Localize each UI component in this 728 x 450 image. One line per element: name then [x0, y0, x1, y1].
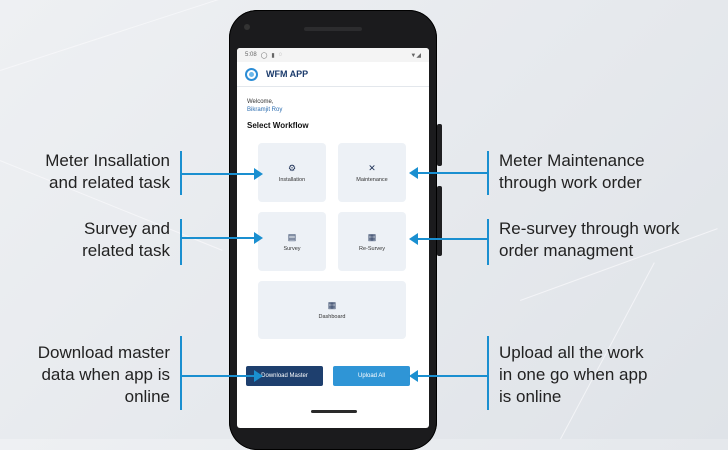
annotation-maintenance-line1: Meter Maintenance: [499, 151, 645, 170]
phone-volume-button: [437, 186, 442, 256]
upload-all-button[interactable]: Upload All: [333, 366, 410, 386]
maintenance-label: Maintenance: [356, 176, 388, 183]
speaker-grille: [304, 27, 362, 31]
tools-icon: ✕: [368, 162, 376, 173]
annotation-upload-bar: [487, 336, 489, 410]
annotation-download: Download master data when app is online: [38, 342, 170, 408]
installation-tile[interactable]: ⚙ Installation: [258, 143, 326, 202]
app-logo-icon: [245, 67, 258, 81]
shield-icon: ◯: [260, 52, 268, 59]
annotation-maintenance-line2: through work order: [499, 173, 642, 192]
user-name: Bikramjit Roy: [247, 107, 283, 113]
resurvey-label: Re-Survey: [359, 245, 385, 252]
installation-label: Installation: [278, 176, 306, 183]
annotation-resurvey-line2: order managment: [499, 241, 634, 260]
resurvey-tile[interactable]: ▦ Re-Survey: [338, 212, 406, 271]
document-icon: ▤: [287, 231, 297, 242]
camera-icon: [244, 24, 250, 30]
annotation-upload-line1: Upload all the work: [499, 343, 644, 362]
dashboard-icon: ▦: [327, 300, 337, 310]
home-indicator: [311, 410, 357, 413]
app-title: WFM APP: [266, 69, 309, 79]
annotation-upload: Upload all the work in one go when app i…: [499, 342, 647, 408]
annotation-installation-line1: Meter Insallation: [45, 151, 170, 170]
annotation-download-line2: data when app is: [41, 365, 170, 384]
annotation-resurvey: Re-survey through work order managment: [499, 218, 679, 262]
annotation-survey-line2: related task: [82, 241, 170, 260]
annotation-resurvey-line1: Re-survey through work: [499, 219, 680, 238]
annotation-maintenance-arrow: [409, 167, 487, 179]
annotation-maintenance-bar: [487, 151, 489, 195]
documents-icon: ▦: [367, 231, 377, 242]
annotation-installation-line2: and related task: [49, 173, 170, 192]
annotation-installation-arrow: [181, 168, 263, 180]
signal-icon: ◢: [416, 52, 421, 59]
status-bar: 5:08 ◯ ▮ ◌ ▼◢: [237, 48, 429, 62]
welcome-text: Welcome,: [247, 99, 274, 105]
annotation-resurvey-bar: [487, 219, 489, 265]
annotation-upload-arrow: [409, 370, 487, 382]
annotation-resurvey-arrow: [409, 233, 487, 245]
app-bar: WFM APP: [237, 62, 429, 87]
annotation-survey-bar: [180, 219, 182, 265]
annotation-upload-line3: is online: [499, 387, 562, 406]
survey-tile[interactable]: ▤ Survey: [258, 212, 326, 271]
dashboard-label: Dashboard: [318, 314, 346, 320]
phone-screen: 5:08 ◯ ▮ ◌ ▼◢ WFM APP Welcome, Bikramjit…: [237, 48, 429, 428]
sync-icon: ◌: [278, 52, 283, 58]
battery-saver-icon: ▮: [271, 52, 275, 59]
annotation-survey-line1: Survey and: [84, 219, 170, 238]
annotation-download-line1: Download master: [37, 343, 170, 362]
gear-icon: ⚙: [287, 162, 297, 173]
annotation-maintenance: Meter Maintenance through work order: [499, 150, 645, 194]
annotation-download-arrow: [181, 370, 263, 382]
phone-power-button: [437, 124, 442, 166]
maintenance-tile[interactable]: ✕ Maintenance: [338, 143, 406, 202]
dashboard-tile[interactable]: ▦ Dashboard: [258, 281, 406, 339]
section-title: Select Workflow: [247, 121, 309, 130]
status-time: 5:08: [245, 52, 257, 58]
annotation-download-line3: online: [124, 387, 170, 406]
annotation-upload-line2: in one go when app: [499, 365, 648, 384]
annotation-survey: Survey and related task: [82, 218, 170, 262]
welcome-block: Welcome, Bikramjit Roy: [247, 98, 282, 114]
annotation-download-bar: [180, 336, 182, 410]
annotation-installation: Meter Insallation and related task: [45, 150, 170, 194]
annotation-survey-arrow: [181, 232, 263, 244]
background-line: [0, 0, 248, 71]
survey-label: Survey: [283, 245, 301, 252]
